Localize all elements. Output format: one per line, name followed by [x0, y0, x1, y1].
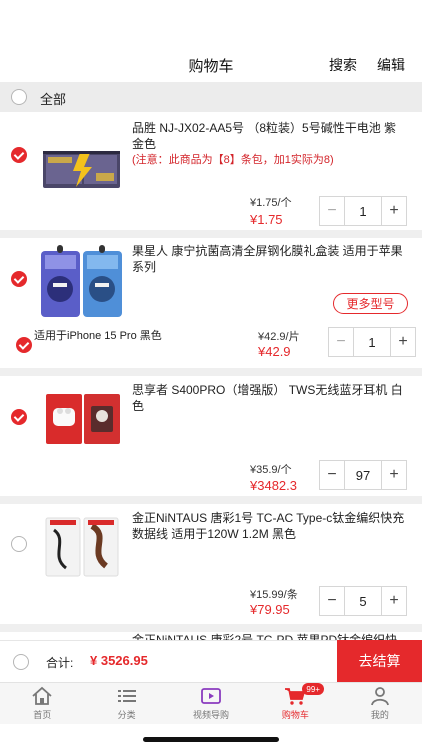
- footer-select-all-radio[interactable]: [13, 654, 29, 670]
- tab-category[interactable]: 分类: [84, 683, 168, 724]
- select-all-label: 全部: [40, 92, 67, 107]
- quantity-stepper: − 5 +: [319, 586, 407, 616]
- select-all-bar[interactable]: 全部: [0, 82, 422, 112]
- quantity-input[interactable]: 1: [354, 328, 390, 356]
- user-icon: [369, 686, 391, 706]
- item-checkbox[interactable]: [11, 409, 27, 425]
- decrease-button[interactable]: −: [329, 328, 354, 356]
- tab-profile[interactable]: 我的: [338, 683, 422, 724]
- search-button[interactable]: 搜索: [329, 55, 357, 75]
- product-note: (注意：此商品为【8】条包，加1实际为8): [132, 154, 334, 166]
- product-name[interactable]: 金正NiNTAUS 唐彩1号 TC-AC Type-c钛金编织快充数据线 适用于…: [132, 510, 408, 542]
- cart-item: 金正NiNTAUS 唐彩2号 TC-PD 苹果PD钛金编织快: [0, 632, 422, 640]
- item-checkbox[interactable]: [11, 536, 27, 552]
- product-name[interactable]: 思享者 S400PRO（增强版） TWS无线蓝牙耳机 白色: [132, 382, 408, 414]
- product-image-cable[interactable]: [40, 506, 123, 589]
- nav-header: 购物车 搜索 编辑: [0, 0, 422, 82]
- tab-label: 我的: [370, 710, 389, 720]
- item-divider: [0, 496, 422, 504]
- product-name[interactable]: 金正NiNTAUS 唐彩2号 TC-PD 苹果PD钛金编织快: [132, 632, 408, 640]
- decrease-button[interactable]: −: [320, 461, 345, 489]
- item-divider: [0, 624, 422, 632]
- tab-video[interactable]: 视频导购: [169, 683, 253, 724]
- item-subtotal: ¥1.75: [250, 212, 283, 227]
- page-title: 购物车: [188, 58, 234, 75]
- quantity-input[interactable]: 5: [345, 587, 381, 615]
- tab-label: 视频导购: [193, 710, 230, 720]
- product-image-battery[interactable]: [40, 129, 123, 212]
- quantity-input[interactable]: 1: [345, 197, 381, 225]
- list-icon: [116, 686, 138, 706]
- video-icon: [200, 686, 222, 706]
- variant-checkbox[interactable]: [16, 337, 32, 353]
- decrease-button[interactable]: −: [320, 587, 345, 615]
- total-value: ¥ 3526.95: [90, 653, 148, 668]
- cart-item: 金正NiNTAUS 唐彩1号 TC-AC Type-c钛金编织快充数据线 适用于…: [0, 504, 422, 624]
- total-label: 合计:: [46, 656, 74, 670]
- home-icon: [31, 686, 53, 706]
- cart-count-badge: 99+: [302, 683, 325, 695]
- product-image-earbuds[interactable]: [40, 378, 123, 461]
- increase-button[interactable]: +: [381, 461, 406, 489]
- item-checkbox[interactable]: [11, 147, 27, 163]
- quantity-stepper: − 97 +: [319, 460, 407, 490]
- product-name[interactable]: 品胜 NJ-JX02-AA5号 （8粒装）5号碱性干电池 紫金色: [132, 120, 408, 152]
- variant-label: 适用于iPhone 15 Pro 黑色: [34, 330, 162, 342]
- tab-label: 购物车: [281, 710, 309, 720]
- cart-item: 品胜 NJ-JX02-AA5号 （8粒装）5号碱性干电池 紫金色 (注意：此商品…: [0, 112, 422, 234]
- quantity-input[interactable]: 97: [345, 461, 381, 489]
- product-name[interactable]: 果星人 康宁抗菌高清全屏钢化膜礼盒装 适用于苹果系列: [132, 243, 408, 275]
- item-checkbox[interactable]: [11, 271, 27, 287]
- increase-button[interactable]: +: [381, 587, 406, 615]
- unit-price: ¥1.75/个: [250, 197, 292, 209]
- increase-button[interactable]: +: [381, 197, 406, 225]
- edit-button[interactable]: 编辑: [377, 55, 405, 75]
- more-models-button[interactable]: 更多型号: [333, 293, 408, 314]
- tab-home[interactable]: 首页: [0, 683, 84, 724]
- product-image-screen-protector[interactable]: [40, 243, 123, 326]
- unit-price: ¥35.9/个: [250, 464, 292, 476]
- increase-button[interactable]: +: [390, 328, 415, 356]
- unit-price: ¥42.9/片: [258, 331, 300, 343]
- cart-item: 果星人 康宁抗菌高清全屏钢化膜礼盒装 适用于苹果系列 更多型号 适用于iPhon…: [0, 238, 422, 368]
- checkout-button[interactable]: 去结算: [337, 640, 422, 682]
- tab-label: 分类: [117, 710, 136, 720]
- item-subtotal: ¥3482.3: [250, 478, 297, 493]
- tab-label: 首页: [33, 710, 52, 720]
- item-subtotal: ¥79.95: [250, 602, 290, 617]
- cart-item: 思享者 S400PRO（增强版） TWS无线蓝牙耳机 白色 ¥35.9/个 ¥3…: [0, 376, 422, 496]
- item-subtotal: ¥42.9: [258, 344, 291, 359]
- bottom-tab-bar: 首页 分类 视频导购 99+ 购物车 我的: [0, 682, 422, 724]
- item-divider: [0, 368, 422, 376]
- unit-price: ¥15.99/条: [250, 589, 298, 601]
- home-indicator-area: [0, 724, 422, 750]
- item-divider: [0, 230, 422, 238]
- quantity-stepper: − 1 +: [319, 196, 407, 226]
- decrease-button[interactable]: −: [320, 197, 345, 225]
- quantity-stepper: − 1 +: [328, 327, 416, 357]
- home-indicator[interactable]: [143, 737, 279, 742]
- select-all-radio[interactable]: [11, 89, 27, 105]
- tab-cart[interactable]: 99+ 购物车: [253, 683, 337, 724]
